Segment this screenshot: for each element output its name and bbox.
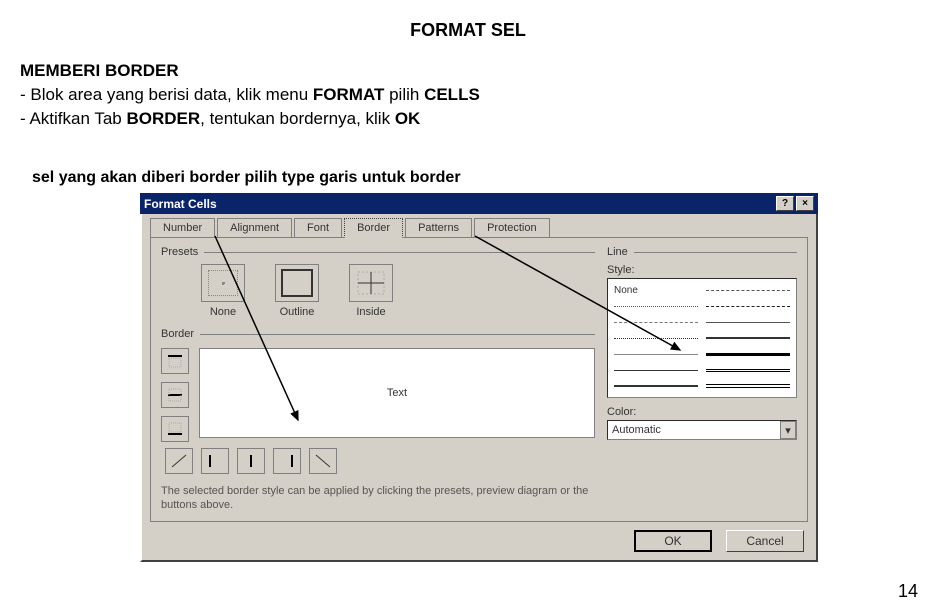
- preset-none[interactable]: None: [201, 264, 245, 318]
- page-title: FORMAT SEL: [0, 0, 936, 41]
- border-top-button[interactable]: [161, 348, 189, 374]
- divider: [204, 252, 595, 253]
- preview-text: Text: [387, 387, 407, 399]
- border-bottom-buttons: [161, 448, 595, 474]
- section-subtitle: MEMBERI BORDER: [20, 61, 916, 81]
- preset-inside-icon: [349, 264, 393, 302]
- border-vert-button[interactable]: [237, 448, 265, 474]
- content-area: MEMBERI BORDER - Blok area yang berisi d…: [0, 41, 936, 562]
- left-pane: Presets None Outline: [161, 246, 595, 513]
- preset-none-icon: [201, 264, 245, 302]
- border-preview[interactable]: Text: [199, 348, 595, 438]
- tab-number[interactable]: Number: [150, 218, 215, 238]
- color-value: Automatic: [612, 424, 661, 436]
- presets-label: Presets: [161, 246, 198, 258]
- keyword-ok: OK: [395, 109, 421, 128]
- tab-strip: Number Alignment Font Border Patterns Pr…: [150, 218, 808, 238]
- instruction-text: , tentukan bordernya, klik: [200, 109, 395, 128]
- line-style-list[interactable]: None: [607, 278, 797, 398]
- instruction-text: - Blok area yang berisi data, klik menu: [20, 85, 313, 104]
- dialog-titlebar[interactable]: Format Cells ? ×: [140, 193, 818, 214]
- dialog-title: Format Cells: [144, 197, 217, 211]
- chevron-down-icon: ▾: [780, 421, 796, 439]
- dialog-body: Number Alignment Font Border Patterns Pr…: [140, 214, 818, 562]
- keyword-cells: CELLS: [424, 85, 480, 104]
- instruction-text: - Aktifkan Tab: [20, 109, 126, 128]
- border-diag2-button[interactable]: [309, 448, 337, 474]
- annotation-text: sel yang akan diberi border pilih type g…: [32, 169, 916, 187]
- cancel-button[interactable]: Cancel: [726, 530, 804, 552]
- color-dropdown[interactable]: Automatic ▾: [607, 420, 797, 440]
- tab-panel-border: Presets None Outline: [150, 237, 808, 522]
- border-side-buttons: [161, 348, 189, 442]
- line-label: Line: [607, 246, 628, 258]
- ok-button[interactable]: OK: [634, 530, 712, 552]
- divider: [200, 334, 595, 335]
- color-label: Color:: [607, 406, 797, 418]
- border-diag1-button[interactable]: [165, 448, 193, 474]
- close-button[interactable]: ×: [796, 196, 814, 211]
- format-cells-dialog: Format Cells ? × Number Alignment Font B…: [140, 193, 818, 562]
- preset-inside-label: Inside: [349, 306, 393, 318]
- keyword-border: BORDER: [126, 109, 200, 128]
- preset-outline[interactable]: Outline: [275, 264, 319, 318]
- dialog-buttons: OK Cancel: [150, 522, 808, 554]
- instruction-text: pilih: [384, 85, 424, 104]
- tab-patterns[interactable]: Patterns: [405, 218, 472, 238]
- instruction-1: - Blok area yang berisi data, klik menu …: [20, 85, 916, 105]
- help-button[interactable]: ?: [776, 196, 794, 211]
- style-none-label: None: [614, 285, 698, 296]
- border-right-button[interactable]: [273, 448, 301, 474]
- border-label: Border: [161, 328, 194, 340]
- tab-protection[interactable]: Protection: [474, 218, 550, 238]
- border-left-button[interactable]: [201, 448, 229, 474]
- instruction-2: - Aktifkan Tab BORDER, tentukan borderny…: [20, 109, 916, 129]
- border-middle-button[interactable]: [161, 382, 189, 408]
- tab-font[interactable]: Font: [294, 218, 342, 238]
- style-label: Style:: [607, 264, 797, 276]
- preset-outline-label: Outline: [275, 306, 319, 318]
- dialog-note: The selected border style can be applied…: [161, 484, 595, 513]
- preset-inside[interactable]: Inside: [349, 264, 393, 318]
- border-bottom-button[interactable]: [161, 416, 189, 442]
- tab-border[interactable]: Border: [344, 218, 403, 238]
- presets-row: None Outline Inside: [161, 264, 595, 318]
- keyword-format: FORMAT: [313, 85, 384, 104]
- tab-alignment[interactable]: Alignment: [217, 218, 292, 238]
- divider: [634, 252, 797, 253]
- preset-none-label: None: [201, 306, 245, 318]
- preset-outline-icon: [275, 264, 319, 302]
- page-number: 14: [898, 581, 918, 602]
- right-pane: Line Style: None Color:: [607, 246, 797, 513]
